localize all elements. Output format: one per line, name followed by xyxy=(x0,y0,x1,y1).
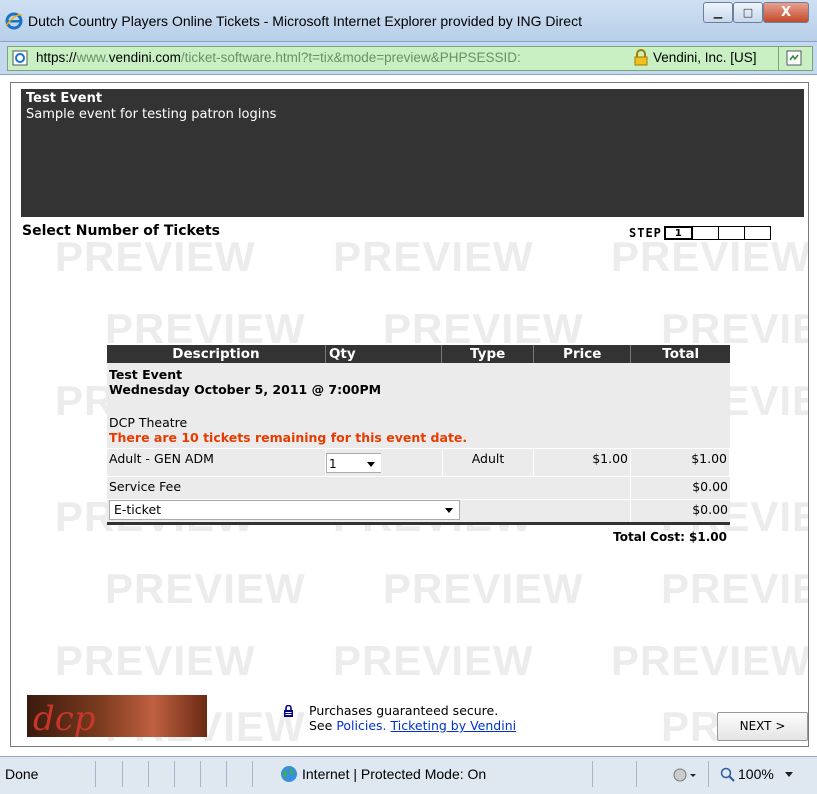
event-date: Wednesday October 5, 2011 @ 7:00PM xyxy=(109,382,382,397)
address-bar: https://www.vendini.com/ticket-software.… xyxy=(0,42,817,75)
ticket-total: $1.00 xyxy=(631,449,730,476)
tickets-remaining: There are 10 tickets remaining for this … xyxy=(109,430,468,445)
table-row: E-ticket $0.00 xyxy=(107,499,730,522)
section-title: Select Number of Tickets xyxy=(22,223,220,239)
preview-watermark: PREVIEW xyxy=(383,565,584,612)
preview-watermark: PREVIEW xyxy=(333,233,534,280)
divider xyxy=(778,47,779,70)
window-title: Dutch Country Players Online Tickets - M… xyxy=(28,13,582,29)
logo-text: dcp xyxy=(33,699,96,739)
venue-name: DCP Theatre xyxy=(109,415,188,430)
url-text: https://www.vendini.com/ticket-software.… xyxy=(36,50,521,65)
preview-watermark: PREVIEW xyxy=(661,565,808,612)
status-text: Done xyxy=(5,766,39,782)
ie-logo-icon xyxy=(5,12,23,30)
fee-description: Service Fee xyxy=(107,477,631,499)
maximize-button[interactable]: □ xyxy=(733,2,763,23)
header-type: Type xyxy=(442,345,534,363)
divider xyxy=(592,761,593,787)
divider xyxy=(252,761,253,787)
refresh-icon[interactable] xyxy=(786,50,802,66)
certificate-identity[interactable]: Vendini, Inc. [US] xyxy=(653,50,757,65)
preview-watermark: PREVIEW xyxy=(611,637,809,684)
vendini-link[interactable]: Ticketing by Vendini xyxy=(391,718,517,733)
divider xyxy=(226,761,227,787)
fee-total: $0.00 xyxy=(692,479,728,494)
policies-link[interactable]: Policies. xyxy=(336,718,386,733)
dcp-logo: dcp xyxy=(27,695,207,739)
preview-watermark: PREVIEW xyxy=(55,637,256,684)
dropdown-arrow-icon xyxy=(445,508,453,513)
preview-watermark: PREVIEW xyxy=(611,233,809,280)
divider xyxy=(200,761,201,787)
page-content: Test Event Sample event for testing patr… xyxy=(10,82,809,747)
delivery-method-value: E-ticket xyxy=(114,502,162,517)
zoom-level[interactable]: 100% xyxy=(738,766,774,782)
delivery-total: $0.00 xyxy=(692,502,728,517)
table-row: Service Fee $0.00 xyxy=(107,476,730,499)
close-button[interactable]: X xyxy=(763,2,809,23)
divider xyxy=(148,761,149,787)
minimize-button[interactable]: ▁ xyxy=(703,2,733,23)
header-qty: Qty xyxy=(326,345,443,363)
step-box xyxy=(743,226,771,240)
ticket-table: Description Qty Type Price Total Test Ev… xyxy=(107,345,730,544)
divider xyxy=(636,761,637,787)
divider xyxy=(95,761,96,787)
preview-watermark: PREVIEW xyxy=(105,565,306,612)
delivery-method-select[interactable]: E-ticket xyxy=(109,500,460,520)
step-box xyxy=(717,226,745,240)
quantity-select[interactable]: 1 xyxy=(326,453,381,473)
next-button[interactable]: NEXT > xyxy=(717,712,808,741)
step-box: 1 xyxy=(663,226,693,240)
security-zone[interactable]: Internet | Protected Mode: On xyxy=(302,766,486,782)
chevron-down-icon[interactable] xyxy=(784,772,794,778)
status-bar: Done Internet | Protected Mode: On 100% xyxy=(0,756,817,794)
ticket-description: Adult - GEN ADM xyxy=(107,449,326,476)
secure-links: See Policies. Ticketing by Vendini xyxy=(309,718,516,733)
protected-mode-icon[interactable] xyxy=(672,767,698,783)
header-description: Description xyxy=(107,345,326,363)
ie-page-icon xyxy=(12,50,28,66)
window-titlebar[interactable]: Dutch Country Players Online Tickets - M… xyxy=(0,0,817,42)
divider xyxy=(122,761,123,787)
ticket-type: Adult xyxy=(443,449,534,476)
header-price: Price xyxy=(534,345,632,363)
dropdown-arrow-icon xyxy=(367,462,375,467)
step-indicator: STEP 1 xyxy=(629,226,771,240)
secure-text: Purchases guaranteed secure. xyxy=(309,703,499,718)
event-name: Test Event xyxy=(26,91,103,106)
table-body: Test Event Wednesday October 5, 2011 @ 7… xyxy=(107,363,730,522)
url-field[interactable]: https://www.vendini.com/ticket-software.… xyxy=(7,46,813,71)
event-info: Test Event Wednesday October 5, 2011 @ 7… xyxy=(107,363,730,448)
divider xyxy=(174,761,175,787)
table-header: Description Qty Type Price Total xyxy=(107,345,730,363)
step-label: STEP xyxy=(629,226,662,240)
total-cost: Total Cost: $1.00 xyxy=(613,530,727,544)
preview-watermark: PREVIEW xyxy=(55,233,256,280)
divider xyxy=(708,761,709,787)
step-box xyxy=(691,226,719,240)
globe-icon xyxy=(281,766,297,782)
lock-icon xyxy=(284,705,293,717)
preview-watermark: PREVIEW xyxy=(333,637,534,684)
see-label: See xyxy=(309,718,333,733)
delivery-cell: E-ticket xyxy=(107,500,631,522)
table-row: Adult - GEN ADM Adult $1.00 $1.00 1 xyxy=(107,448,730,476)
header-total: Total xyxy=(662,346,700,362)
zoom-icon xyxy=(720,767,735,782)
ticket-price: $1.00 xyxy=(534,449,631,476)
event-description: Sample event for testing patron logins xyxy=(26,107,277,122)
event-title: Test Event xyxy=(109,367,183,382)
padlock-icon[interactable] xyxy=(633,49,649,66)
quantity-value: 1 xyxy=(329,457,337,471)
event-header: Test Event Sample event for testing patr… xyxy=(21,89,804,217)
